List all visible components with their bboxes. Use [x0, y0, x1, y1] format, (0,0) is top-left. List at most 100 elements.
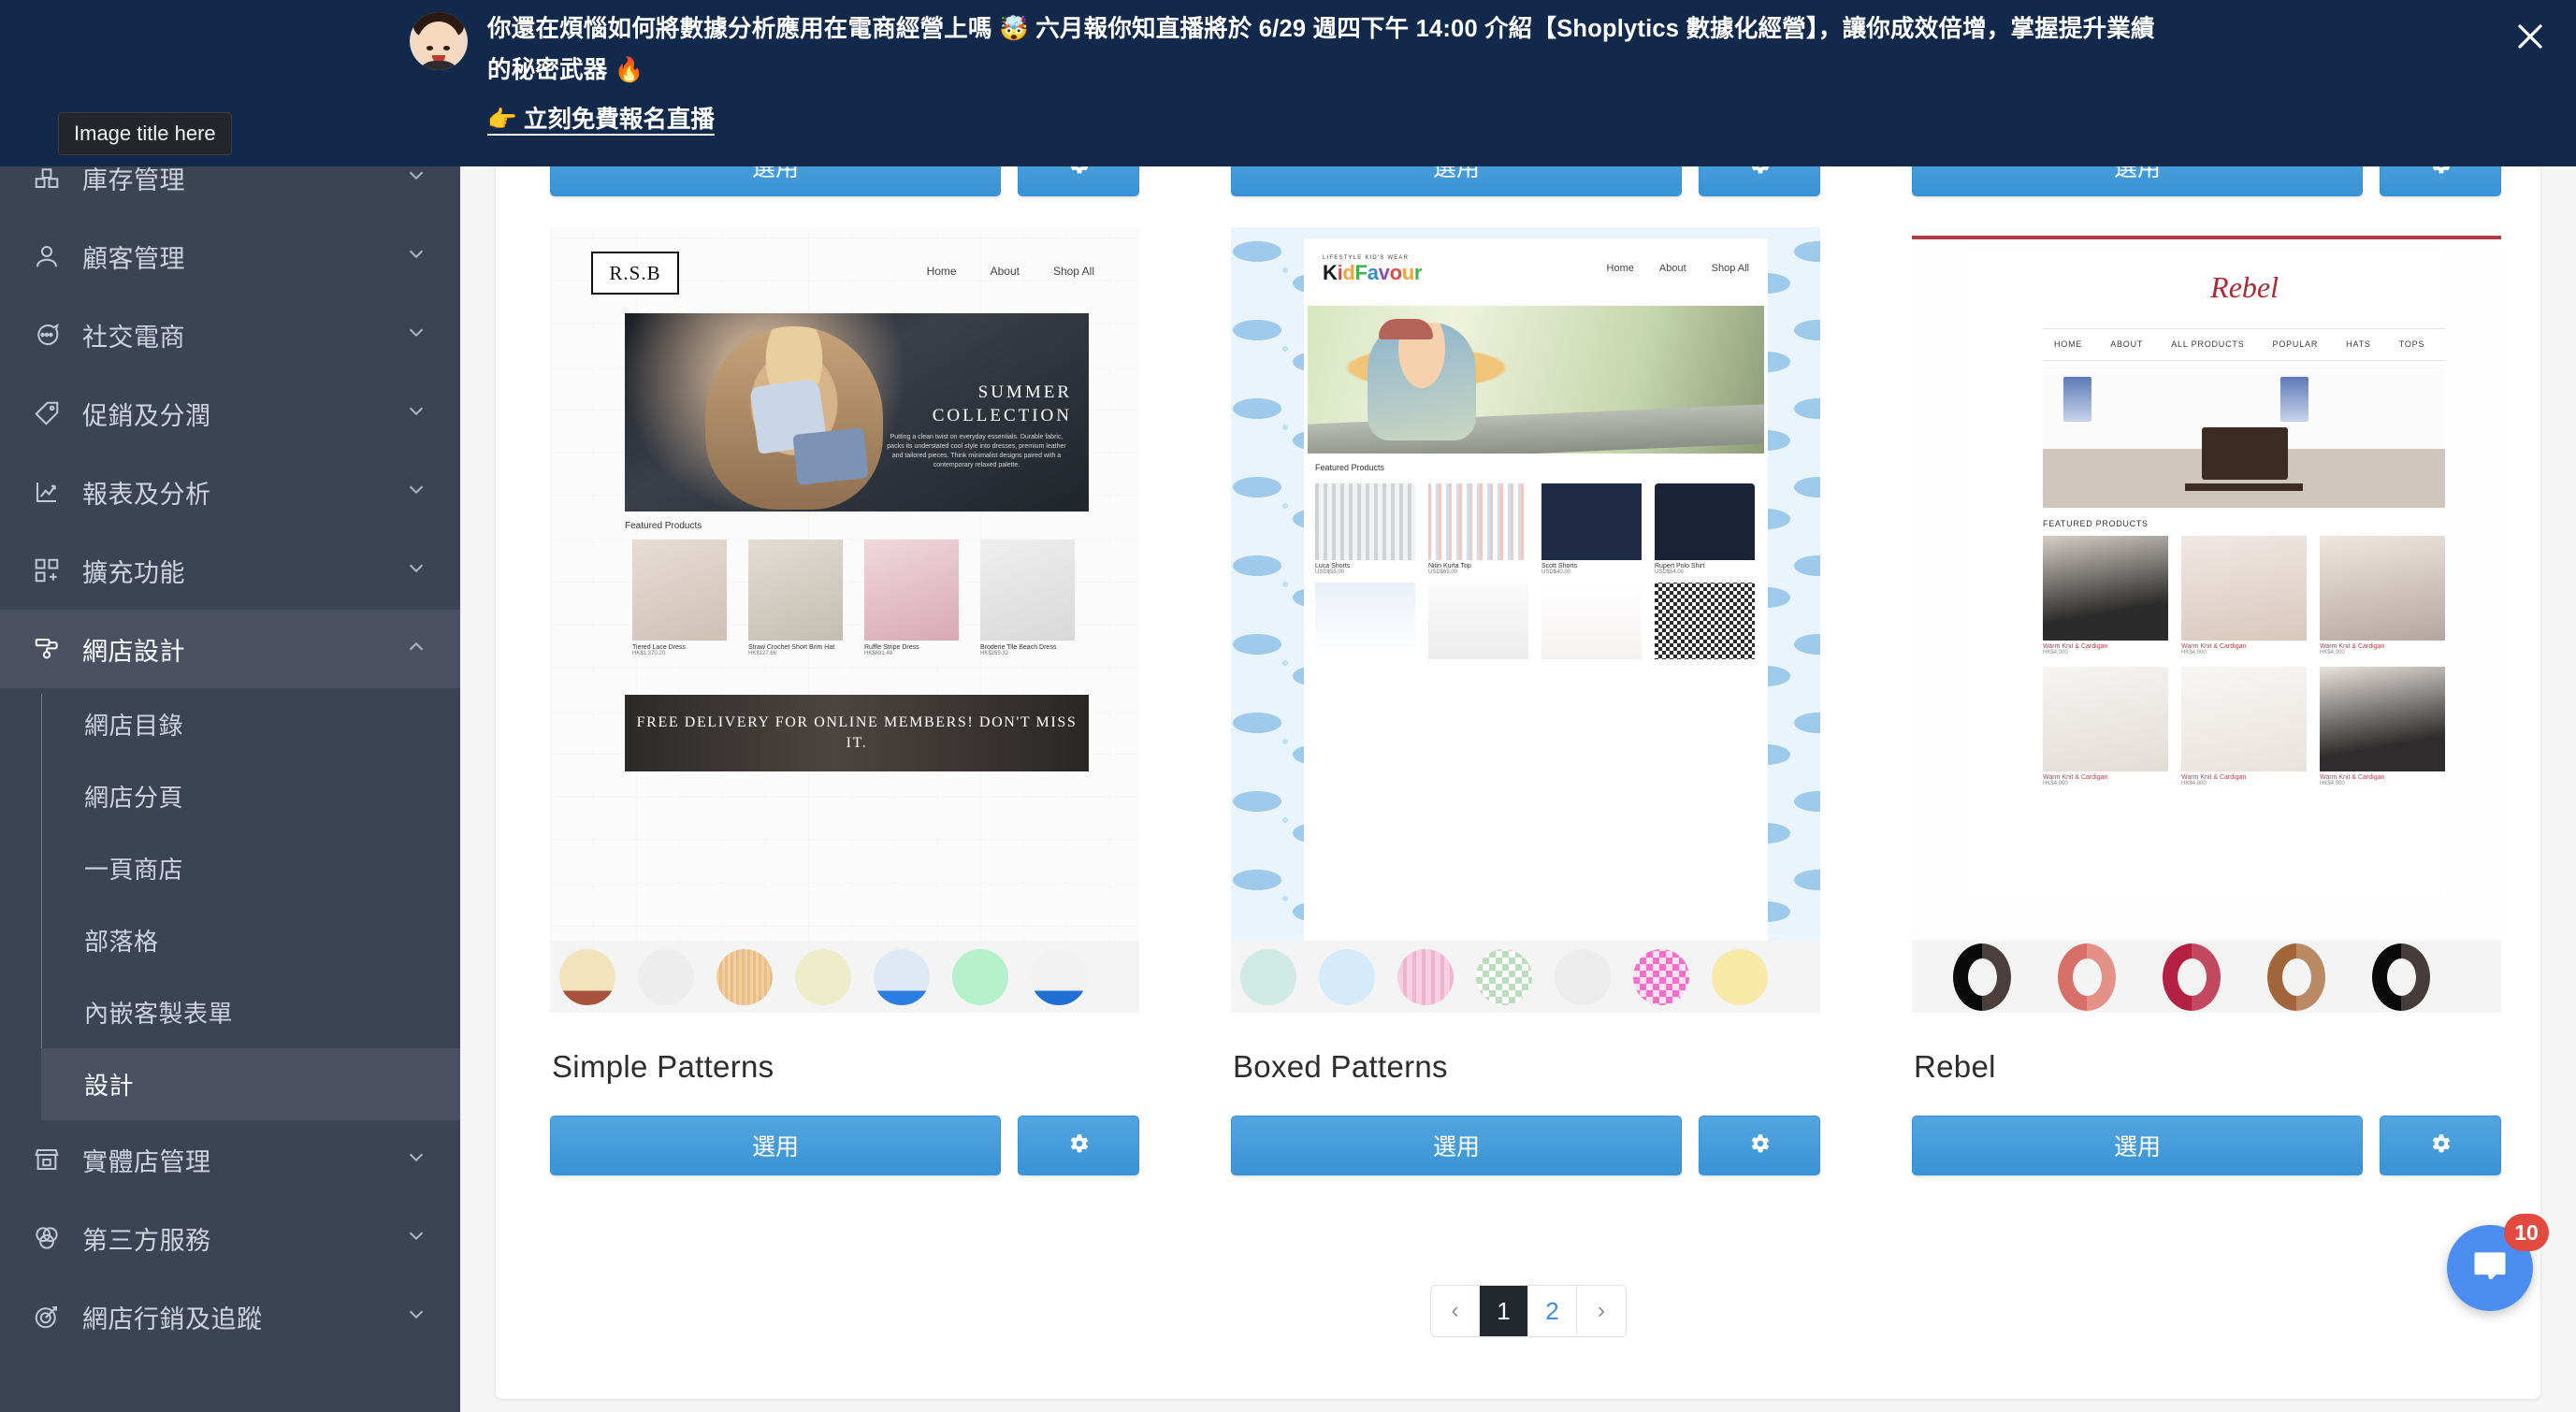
color-swatch[interactable]	[1712, 948, 1768, 1005]
sidebar-item-label: 庫存管理	[82, 166, 185, 195]
color-swatch[interactable]	[1319, 948, 1375, 1005]
preview-product: Broderie Tile Beach Dress HK$255.32	[980, 540, 1075, 656]
apply-theme-button[interactable]: 選用	[550, 1116, 1001, 1175]
color-swatch[interactable]	[559, 948, 615, 1005]
chevron-down-icon	[404, 1224, 428, 1253]
sidebar-item-extensions[interactable]: 擴充功能	[0, 531, 460, 610]
preview-featured-label: Featured Products	[1315, 463, 1385, 472]
apply-theme-button[interactable]: 選用	[550, 166, 1001, 196]
pagination-page-1[interactable]: 1	[1480, 1286, 1528, 1336]
theme-settings-button[interactable]	[2380, 1116, 2501, 1175]
preview-product-title: Warm Knit & Cardigan	[2181, 774, 2247, 781]
gear-icon	[1747, 166, 1772, 181]
color-swatch[interactable]	[952, 948, 1008, 1005]
preview-product-title: Luca Shorts	[1315, 563, 1351, 569]
color-swatch[interactable]	[2058, 943, 2116, 1011]
sidebar-item-reports[interactable]: 報表及分析	[0, 453, 460, 531]
image-title-tooltip: Image title here	[58, 112, 232, 155]
preview-nav-item: POPULAR	[2272, 339, 2319, 349]
theme-preview-image[interactable]: LIFESTYLE KID'S WEAR KidFavour Home Abou…	[1231, 227, 1820, 1013]
color-swatch[interactable]	[1476, 948, 1532, 1005]
sidebar-item-physical-store[interactable]: 實體店管理	[0, 1120, 460, 1199]
close-icon[interactable]	[2514, 21, 2546, 52]
preview-featured-label: Featured Products	[625, 521, 702, 531]
theme-actions-top: 選用	[1912, 166, 2501, 196]
color-swatch[interactable]	[2163, 943, 2221, 1011]
color-swatch[interactable]	[1397, 948, 1454, 1005]
apply-theme-button[interactable]: 選用	[1912, 1116, 2363, 1175]
color-swatch[interactable]	[638, 948, 694, 1005]
color-swatch[interactable]	[1031, 948, 1087, 1005]
sidebar-subitem-label: 一頁商店	[84, 856, 184, 884]
color-swatch[interactable]	[795, 948, 851, 1005]
preview-product-row: Tiered Lace Dress HK$1,370.20 Straw Croc…	[632, 540, 1075, 656]
sidebar-item-social-commerce[interactable]: 社交電商	[0, 295, 460, 374]
theme-preview-image[interactable]: Rebel HOME ABOUT ALL PRODUCTS POPULAR HA…	[1912, 227, 2501, 1013]
theme-preview-image[interactable]: R.S.B Home About Shop All SUMMER COLLECT…	[550, 227, 1139, 1013]
theme-swatches	[1231, 941, 1820, 1013]
register-livestream-link[interactable]: 👉 立刻免費報名直播	[487, 107, 715, 133]
sidebar-subitem-store-catalog[interactable]: 網店目錄	[41, 688, 460, 760]
pagination-prev[interactable]: ‹	[1431, 1286, 1480, 1336]
preview-product: Warm Knit & Cardigan HK$4,000	[2043, 536, 2168, 656]
color-swatch[interactable]	[1953, 943, 2011, 1011]
preview-product: Ruffle Stripe Dress HK$691.48	[864, 540, 959, 656]
theme-settings-button[interactable]	[2380, 166, 2501, 196]
preview-product-title: Tiered Lace Dress	[632, 644, 686, 651]
chevron-down-icon	[404, 1303, 428, 1332]
chevron-down-icon	[404, 166, 428, 193]
sidebar-subitem-blog[interactable]: 部落格	[41, 904, 460, 976]
apply-theme-button[interactable]: 選用	[1912, 166, 2363, 196]
sidebar-item-label: 報表及分析	[82, 480, 211, 509]
preview-logo-name: KidFavour	[1323, 261, 1423, 284]
preview-product-price: HK$255.32	[980, 651, 1009, 656]
store-design-submenu: 網店目錄 網店分頁 一頁商店 部落格 內嵌客製表單 設計	[0, 688, 460, 1120]
preview-product-price: HK$4,000	[2320, 650, 2345, 656]
chevron-down-icon	[404, 399, 428, 428]
preview-product: Warm Knit & Cardigan HK$4,000	[2320, 667, 2445, 786]
preview-product	[1541, 583, 1642, 659]
sidebar-subitem-one-page-store[interactable]: 一頁商店	[41, 832, 460, 904]
theme-settings-button[interactable]	[1018, 1116, 1139, 1175]
preview-product: Luca Shorts USD$55.00	[1315, 483, 1415, 575]
sidebar-item-marketing-tracking[interactable]: 網店行銷及追蹤	[0, 1277, 460, 1356]
sidebar-item-store-design[interactable]: 網店設計	[0, 610, 460, 688]
color-swatch[interactable]	[874, 948, 930, 1005]
preview-product-grid: Warm Knit & Cardigan HK$4,000 Warm Knit …	[2043, 536, 2445, 786]
color-swatch[interactable]	[1555, 948, 1611, 1005]
preview-product: Rupert Polo Shirt USD$54.00	[1655, 483, 1755, 575]
preview-product: Warm Knit & Cardigan HK$4,000	[2320, 536, 2445, 656]
preview-logo: R.S.B	[591, 252, 679, 295]
sidebar-item-inventory[interactable]: 庫存管理	[0, 166, 460, 217]
sidebar-item-promotions[interactable]: 促銷及分潤	[0, 374, 460, 453]
sidebar-subitem-store-pages[interactable]: 網店分頁	[41, 760, 460, 832]
sidebar-subitem-design[interactable]: 設計	[41, 1048, 460, 1120]
sidebar-subitem-embedded-form[interactable]: 內嵌客製表單	[41, 976, 460, 1048]
gear-icon	[2428, 166, 2453, 181]
paint-roller-icon	[26, 628, 67, 670]
preview-product-grid: Luca Shorts USD$55.00 Nitin Kurta Top US…	[1315, 483, 1755, 659]
apply-theme-button[interactable]: 選用	[1231, 1116, 1682, 1175]
pagination-page-2[interactable]: 2	[1528, 1286, 1577, 1336]
sidebar-item-label: 網店設計	[82, 637, 185, 666]
sidebar-item-third-party[interactable]: 第三方服務	[0, 1199, 460, 1277]
theme-settings-button[interactable]	[1699, 166, 1820, 196]
chart-icon	[26, 471, 67, 512]
color-swatch[interactable]	[2267, 943, 2325, 1011]
color-swatch[interactable]	[716, 948, 773, 1005]
pagination-next[interactable]: ›	[1577, 1286, 1626, 1336]
preview-promo-text: FREE DELIVERY FOR ONLINE MEMBERS! DON'T …	[636, 714, 1078, 751]
preview-nav-item: Shop All	[1052, 265, 1094, 278]
sidebar-item-customers[interactable]: 顧客管理	[0, 217, 460, 295]
apply-theme-button[interactable]: 選用	[1231, 166, 1682, 196]
sidebar-subitem-label: 部落格	[84, 928, 159, 956]
preview-product-price: HK$4,000	[2043, 650, 2068, 656]
chat-bubble-icon	[26, 314, 67, 355]
theme-settings-button[interactable]	[1699, 1116, 1820, 1175]
color-swatch[interactable]	[2372, 943, 2430, 1011]
color-swatch[interactable]	[1240, 948, 1296, 1005]
preview-product-price: HK$127.66	[748, 651, 777, 656]
theme-settings-button[interactable]	[1018, 166, 1139, 196]
color-swatch[interactable]	[1633, 948, 1689, 1005]
preview-hero	[1308, 306, 1764, 454]
